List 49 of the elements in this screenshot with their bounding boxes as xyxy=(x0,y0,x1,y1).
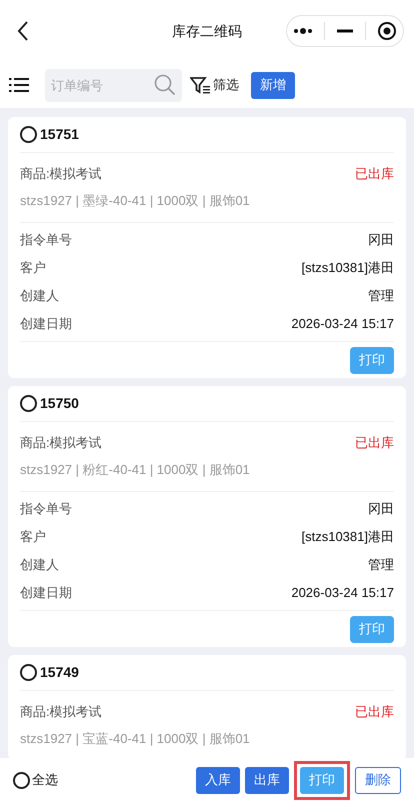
order-number: 15750 xyxy=(40,394,79,413)
select-radio[interactable] xyxy=(20,126,37,143)
more-icon[interactable] xyxy=(292,28,313,34)
search-field[interactable]: 订单编号 xyxy=(45,68,182,102)
order-number: 15751 xyxy=(40,125,79,144)
field-value: [stzs10381]港田 xyxy=(302,528,394,546)
action-button[interactable]: 打印 xyxy=(300,766,344,794)
field-value: 2026-03-24 15:17 xyxy=(291,315,394,334)
field-value: 冈田 xyxy=(368,500,394,518)
field-label: 指令单号 xyxy=(20,231,72,250)
minimize-icon[interactable] xyxy=(336,29,353,33)
field-value: 冈田 xyxy=(368,231,394,250)
select-radio[interactable] xyxy=(20,395,37,412)
back-icon[interactable] xyxy=(17,21,29,41)
spec-text: stzs1927 | 粉红-40-41 | 1000双 | 服饰01 xyxy=(20,461,250,480)
action-button[interactable]: 入库 xyxy=(196,766,240,794)
field-value: 管理 xyxy=(368,556,394,574)
menu-icon[interactable] xyxy=(9,77,29,93)
print-button[interactable]: 打印 xyxy=(350,346,394,374)
spec-text: stzs1927 | 墨绿-40-41 | 1000双 | 服饰01 xyxy=(20,192,250,210)
spec-text: stzs1927 | 宝蓝-40-41 | 1000双 | 服饰01 xyxy=(20,730,250,748)
status-label: 已出库 xyxy=(355,702,394,721)
select-all-label: 全选 xyxy=(32,771,58,790)
field-label: 客户 xyxy=(20,528,46,546)
order-number: 15749 xyxy=(40,663,79,682)
field-label: 客户 xyxy=(20,259,46,278)
product-name: 商品:模拟考试 xyxy=(20,434,102,452)
status-label: 已出库 xyxy=(355,164,394,183)
product-name: 商品:模拟考试 xyxy=(20,164,102,183)
select-radio[interactable] xyxy=(20,664,37,681)
action-button[interactable]: 删除 xyxy=(355,766,401,794)
filter-button[interactable]: 筛选 xyxy=(190,75,239,95)
action-button[interactable]: 出库 xyxy=(245,766,289,794)
field-label: 指令单号 xyxy=(20,500,72,518)
field-label: 创建日期 xyxy=(20,315,72,334)
field-value: 2026-03-24 15:17 xyxy=(291,584,394,602)
product-name: 商品:模拟考试 xyxy=(20,702,102,721)
print-button[interactable]: 打印 xyxy=(350,616,394,642)
field-label: 创建人 xyxy=(20,287,59,306)
add-button[interactable]: 新增 xyxy=(251,72,295,98)
filter-icon[interactable] xyxy=(190,76,211,94)
select-all-radio[interactable] xyxy=(13,772,30,788)
field-label: 创建人 xyxy=(20,556,59,574)
page-title: 库存二维码 xyxy=(172,22,242,38)
field-value: [stzs10381]港田 xyxy=(302,259,394,278)
status-label: 已出库 xyxy=(355,434,394,452)
target-icon[interactable] xyxy=(377,21,398,41)
field-value: 管理 xyxy=(368,287,394,306)
field-label: 创建日期 xyxy=(20,584,72,602)
